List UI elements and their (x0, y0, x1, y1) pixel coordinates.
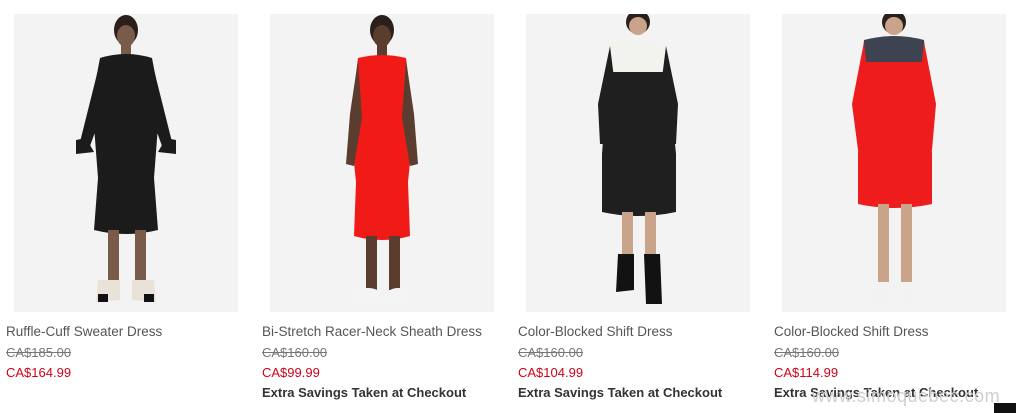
product-card[interactable]: Color-Blocked Shift Dress CA$160.00 CA$1… (774, 0, 1014, 413)
original-price: CA$185.00 (6, 345, 72, 360)
model-photo-racer-neck (346, 15, 418, 304)
original-price: CA$160.00 (262, 345, 328, 360)
product-card[interactable]: Ruffle-Cuff Sweater Dress CA$185.00 CA$1… (6, 0, 246, 413)
promo-message: Extra Savings Taken at Checkout (262, 385, 467, 400)
product-name[interactable]: Bi-Stretch Racer-Neck Sheath Dress (262, 324, 482, 339)
model-photo-color-blocked-black (598, 14, 678, 304)
sale-price: CA$99.99 (262, 365, 320, 380)
product-card[interactable]: Bi-Stretch Racer-Neck Sheath Dress CA$16… (262, 0, 502, 413)
product-image[interactable] (526, 14, 750, 312)
product-image[interactable] (14, 14, 238, 312)
sale-price: CA$114.99 (774, 365, 839, 380)
product-card[interactable]: Color-Blocked Shift Dress CA$160.00 CA$1… (518, 0, 758, 413)
model-photo-color-blocked-red (852, 14, 936, 304)
original-price: CA$160.00 (518, 345, 584, 360)
product-name[interactable]: Color-Blocked Shift Dress (774, 324, 929, 339)
model-photo-ruffle-cuff (76, 15, 176, 302)
promo-message: Extra Savings Taken at Checkout (518, 385, 723, 400)
sale-price: CA$164.99 (6, 365, 72, 380)
product-image[interactable] (270, 14, 494, 312)
sale-price: CA$104.99 (518, 365, 584, 380)
product-grid: Ruffle-Cuff Sweater Dress CA$185.00 CA$1… (0, 0, 1016, 413)
watermark: www.simoquebec.com (812, 386, 1001, 406)
corner-badge (994, 403, 1016, 413)
product-image[interactable] (782, 14, 1006, 312)
original-price: CA$160.00 (774, 345, 840, 360)
product-name[interactable]: Color-Blocked Shift Dress (518, 324, 673, 339)
product-name[interactable]: Ruffle-Cuff Sweater Dress (6, 324, 162, 339)
